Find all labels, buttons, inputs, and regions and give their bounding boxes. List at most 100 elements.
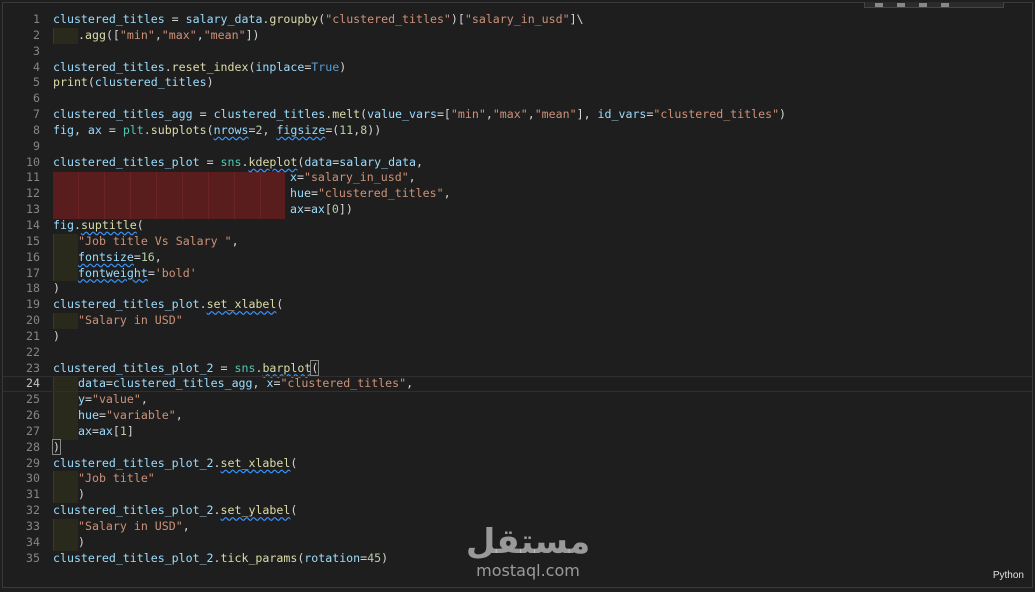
code-text[interactable]: hue="variable", xyxy=(53,408,183,424)
notebook-cell[interactable]: 1 clustered_titles = salary_data.groupby(… xyxy=(2,2,1033,588)
code-text[interactable]: hue="clustered_titles", xyxy=(290,186,451,202)
code-line[interactable]: 28) xyxy=(3,438,1032,456)
code-line[interactable]: 15 "Job title Vs Salary ", xyxy=(3,233,1032,250)
code-text[interactable]: fontsize=16, xyxy=(53,249,162,266)
line-number: 4 xyxy=(33,59,40,74)
line-number: 8 xyxy=(33,122,40,137)
code-text[interactable]: clustered_titles.reset_index(inplace=Tru… xyxy=(53,60,346,76)
code-line[interactable]: 19 clustered_titles_plot.set_xlabel( xyxy=(3,297,1032,313)
code-line[interactable]: 18) xyxy=(3,281,1032,297)
code-line[interactable]: 8 fig, ax = plt.subplots(nrows=2, figsize… xyxy=(3,123,1032,139)
code-text[interactable]: ) xyxy=(52,438,61,456)
line-number: 25 xyxy=(26,392,40,407)
line-number: 11 xyxy=(26,170,40,185)
code-text[interactable]: ) xyxy=(53,281,60,297)
line-number: 1 xyxy=(33,12,40,26)
code-text[interactable]: "Job title Vs Salary ", xyxy=(53,233,239,250)
code-text[interactable]: ) xyxy=(53,487,85,504)
code-text[interactable]: fig, ax = plt.subplots(nrows=2, figsize=… xyxy=(53,123,381,139)
line-number: 7 xyxy=(33,107,40,122)
line-number: 17 xyxy=(26,265,40,280)
line-number: 9 xyxy=(33,138,40,153)
code-line[interactable]: 22 xyxy=(3,345,1032,361)
code-line-current[interactable]: 24 data=clustered_titles_agg, x="cluster… xyxy=(3,376,1032,393)
line-number: 10 xyxy=(26,154,40,169)
code-text[interactable]: ) xyxy=(53,534,85,551)
code-line[interactable]: 5 print(clustered_titles) xyxy=(3,75,1032,91)
code-line[interactable]: 16 fontsize=16, xyxy=(3,249,1032,266)
code-line[interactable]: 3 xyxy=(3,44,1032,60)
code-text[interactable]: clustered_titles_plot.set_xlabel( xyxy=(53,297,283,313)
code-text[interactable]: y="value", xyxy=(53,392,148,409)
code-text[interactable]: clustered_titles_plot = sns.kdeplot(data… xyxy=(53,155,423,171)
code-line[interactable]: 13 ax=ax[0]) xyxy=(3,202,1032,218)
line-number: 28 xyxy=(26,439,40,454)
code-line[interactable]: 4 clustered_titles.reset_index(inplace=Tr… xyxy=(3,60,1032,76)
line-number: 35 xyxy=(26,550,40,565)
code-line[interactable]: 23 clustered_titles_plot_2 = sns.barplot( xyxy=(3,359,1032,377)
line-number: 3 xyxy=(33,43,40,58)
cell-toolbar[interactable] xyxy=(864,2,1004,8)
code-line[interactable]: 20 "Salary in USD" xyxy=(3,313,1032,329)
code-line[interactable]: 10 clustered_titles_plot = sns.kdeplot(da… xyxy=(3,155,1032,171)
line-number: 18 xyxy=(26,281,40,296)
code-line[interactable]: 2 .agg(["min","max","mean"]) xyxy=(3,27,1032,44)
line-number: 26 xyxy=(26,408,40,423)
code-line[interactable]: 30 "Job title" xyxy=(3,471,1032,488)
code-line[interactable]: 9 xyxy=(3,139,1032,155)
code-text[interactable]: "Salary in USD" xyxy=(53,313,183,329)
code-text[interactable]: "Salary in USD", xyxy=(53,519,190,535)
line-number: 22 xyxy=(26,344,40,359)
language-indicator[interactable]: Python xyxy=(993,570,1024,581)
code-line[interactable]: 11 x="salary_in_usd", xyxy=(3,170,1032,186)
code-text[interactable]: clustered_titles_agg = clustered_titles.… xyxy=(53,107,786,123)
code-line[interactable]: 32 clustered_titles_plot_2.set_ylabel( xyxy=(3,503,1032,519)
line-number: 20 xyxy=(26,313,40,328)
code-line[interactable]: 1 clustered_titles = salary_data.groupby(… xyxy=(3,12,1032,28)
split-icon[interactable] xyxy=(897,2,905,7)
code-text[interactable]: ax=ax[1] xyxy=(53,423,134,440)
line-number: 6 xyxy=(33,91,40,106)
line-number: 12 xyxy=(26,186,40,201)
code-text[interactable]: ) xyxy=(53,329,60,345)
code-text[interactable]: print(clustered_titles) xyxy=(53,75,214,91)
line-number: 5 xyxy=(33,75,40,90)
line-number: 31 xyxy=(26,487,40,502)
code-line[interactable]: 12 hue="clustered_titles", xyxy=(3,186,1032,202)
code-line[interactable]: 27 ax=ax[1] xyxy=(3,423,1032,440)
code-text[interactable]: clustered_titles = salary_data.groupby("… xyxy=(53,12,584,28)
line-number: 23 xyxy=(26,360,40,375)
line-number: 32 xyxy=(26,503,40,518)
code-line[interactable]: 17 fontweight='bold' xyxy=(3,265,1032,282)
mostaql-watermark: مستقل mostaql.com xyxy=(458,523,598,585)
line-number: 34 xyxy=(26,534,40,549)
code-line[interactable]: 7 clustered_titles_agg = clustered_titles… xyxy=(3,107,1032,123)
code-line[interactable]: 6 xyxy=(3,91,1032,107)
line-number: 16 xyxy=(26,249,40,264)
watermark-domain-text: mostaql.com xyxy=(476,561,580,580)
code-text[interactable]: clustered_titles_plot_2.set_xlabel( xyxy=(53,456,297,472)
code-text[interactable]: clustered_titles_plot_2.set_ylabel( xyxy=(53,503,297,519)
line-number: 13 xyxy=(26,202,40,217)
code-line[interactable]: 29 clustered_titles_plot_2.set_xlabel( xyxy=(3,456,1032,472)
more-icon[interactable] xyxy=(919,2,927,7)
code-text[interactable]: data=clustered_titles_agg, x="clustered_… xyxy=(53,376,413,392)
code-line[interactable]: 31 ) xyxy=(3,487,1032,504)
code-text[interactable]: .agg(["min","max","mean"]) xyxy=(53,27,260,44)
code-text[interactable]: clustered_titles_plot_2.tick_params(rota… xyxy=(53,551,388,567)
code-line[interactable]: 21) xyxy=(3,329,1032,345)
code-line[interactable]: 26 hue="variable", xyxy=(3,408,1032,424)
code-text[interactable]: fontweight='bold' xyxy=(53,265,197,282)
code-text[interactable]: ax=ax[0]) xyxy=(290,202,353,218)
code-text[interactable]: clustered_titles_plot_2 = sns.barplot( xyxy=(53,359,320,377)
code-text[interactable]: x="salary_in_usd", xyxy=(290,170,416,186)
run-icon[interactable] xyxy=(875,2,883,7)
code-text[interactable]: "Job title" xyxy=(53,471,155,488)
line-number: 14 xyxy=(26,217,40,232)
code-text[interactable]: fig.suptitle( xyxy=(53,218,144,234)
line-number: 24 xyxy=(26,376,40,391)
code-editor[interactable]: 1 clustered_titles = salary_data.groupby(… xyxy=(3,12,1032,567)
code-line[interactable]: 25 y="value", xyxy=(3,392,1032,409)
code-line[interactable]: 14 fig.suptitle( xyxy=(3,218,1032,234)
delete-icon[interactable] xyxy=(941,2,949,7)
